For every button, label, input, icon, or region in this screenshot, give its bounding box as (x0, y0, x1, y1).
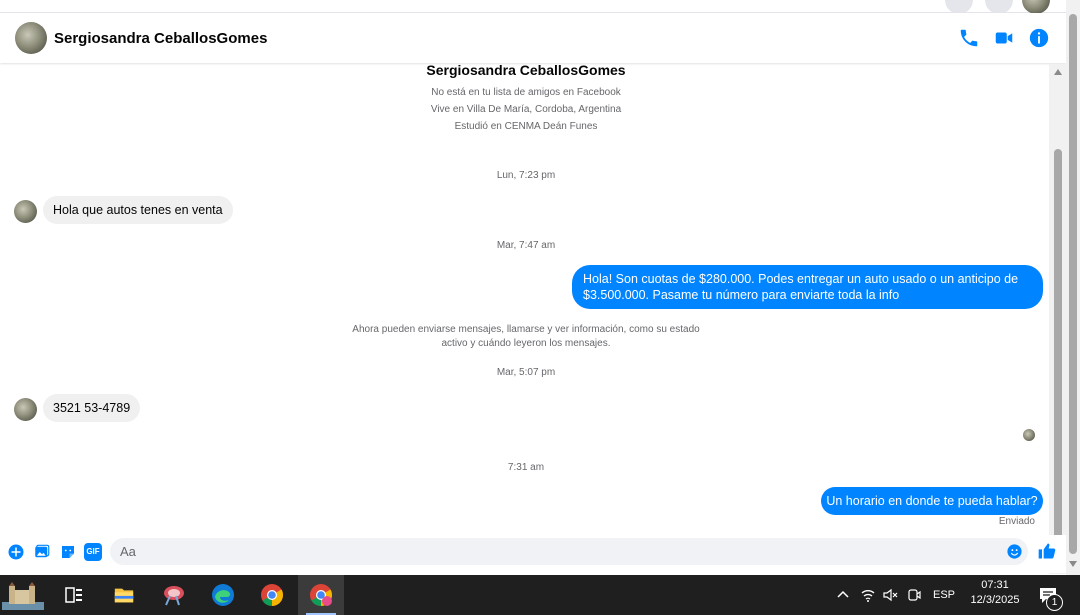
system-message: Ahora pueden enviarse mensajes, llamarse… (340, 323, 712, 351)
chrome-profile-icon (310, 584, 332, 606)
incoming-message[interactable]: 3521 53-4789 (43, 394, 141, 422)
outgoing-message-line: Hola! Son cuotas de $280.000. Podes entr… (583, 272, 1019, 286)
top-profile-avatar[interactable] (1022, 0, 1050, 14)
castle-icon (2, 582, 44, 610)
outgoing-message[interactable]: Hola! Son cuotas de $280.000. Podes entr… (572, 265, 1043, 309)
info-icon[interactable] (1028, 27, 1050, 49)
language-indicator[interactable]: ESP (933, 575, 955, 615)
edge-browser-icon (212, 584, 234, 606)
system-message-line: Ahora pueden enviarse mensajes, llamarse… (352, 324, 700, 335)
top-notifications-button[interactable] (985, 0, 1013, 14)
timestamp: Mar, 5:07 pm (496, 367, 556, 378)
page-scroll-thumb[interactable] (1069, 14, 1077, 554)
clock-time: 07:31 (981, 579, 1009, 591)
taskbar-edge[interactable] (200, 575, 246, 615)
scroll-up-arrow[interactable] (1054, 69, 1062, 75)
thread-scrollbar[interactable] (1049, 64, 1066, 574)
photo-icon[interactable] (33, 543, 51, 561)
timestamp: Mar, 7:47 am (496, 240, 556, 251)
taskbar-chrome-profile[interactable] (298, 575, 344, 615)
system-message-line: activo y cuándo leyeron los mensajes. (441, 338, 611, 349)
taskbar-snipping-tool[interactable] (151, 575, 197, 615)
taskbar-widgets[interactable] (0, 575, 46, 615)
timestamp: 7:31 am (507, 462, 545, 473)
outgoing-message-line: $3.500.000. Pasame tu número para enviar… (583, 288, 900, 302)
sender-avatar[interactable] (14, 398, 37, 421)
message-status: Enviado (998, 516, 1035, 527)
sender-avatar[interactable] (14, 200, 37, 223)
profile-education: Estudió en CENMA Deán Funes (454, 121, 598, 132)
emoji-icon[interactable] (1006, 543, 1023, 560)
video-call-icon[interactable] (993, 27, 1015, 49)
chrome-icon (261, 584, 283, 606)
chevron-up-icon[interactable] (836, 588, 850, 602)
message-thread: Sergiosandra CeballosGomes No está en tu… (0, 64, 1064, 534)
gif-label: GIF (86, 547, 100, 556)
notifications-button[interactable]: 1 (1038, 585, 1064, 611)
snipping-tool-icon (164, 586, 184, 606)
timestamp: Lun, 7:23 pm (496, 170, 556, 181)
profile-friend-status: No está en tu lista de amigos en Faceboo… (431, 87, 621, 98)
plus-icon[interactable] (7, 543, 25, 561)
meet-now-icon[interactable] (906, 587, 922, 603)
folder-icon (114, 588, 134, 603)
volume-muted-icon[interactable] (882, 587, 898, 603)
message-input[interactable] (110, 538, 1000, 565)
outgoing-message[interactable]: Un horario en donde te pueda hablar? (821, 487, 1043, 515)
profile-name: Sergiosandra CeballosGomes (426, 64, 626, 78)
profile-location: Vive en Villa De María, Cordoba, Argenti… (430, 104, 622, 115)
clock[interactable]: 07:31 12/3/2025 (965, 575, 1025, 615)
page-scroll-down-arrow[interactable] (1069, 561, 1077, 567)
clock-date: 12/3/2025 (970, 594, 1020, 606)
contact-avatar[interactable] (15, 22, 47, 54)
taskbar-chrome[interactable] (249, 575, 295, 615)
gif-button[interactable]: GIF (84, 543, 102, 561)
read-receipt-avatar (1023, 429, 1035, 441)
top-menu-button[interactable] (945, 0, 973, 14)
message-composer: GIF (0, 535, 1066, 573)
taskbar-task-view[interactable] (51, 575, 97, 615)
contact-name[interactable]: Sergiosandra CeballosGomes (54, 30, 267, 47)
scroll-thumb[interactable] (1054, 149, 1062, 544)
page-scrollbar[interactable] (1066, 0, 1080, 575)
incoming-message[interactable]: Hola que autos tenes en venta (43, 196, 233, 224)
wifi-icon[interactable] (860, 587, 876, 603)
chat-header: Sergiosandra CeballosGomes (0, 13, 1066, 63)
browser-top-strip (0, 0, 1080, 14)
sticker-icon[interactable] (59, 543, 77, 561)
task-view-icon (65, 587, 82, 603)
windows-taskbar: ESP 07:31 12/3/2025 1 (0, 575, 1080, 615)
like-thumb-icon[interactable] (1037, 541, 1057, 561)
phone-call-icon[interactable] (958, 27, 980, 49)
taskbar-file-explorer[interactable] (101, 575, 147, 615)
notification-count: 1 (1046, 594, 1063, 611)
message-input-box[interactable] (110, 538, 1028, 565)
